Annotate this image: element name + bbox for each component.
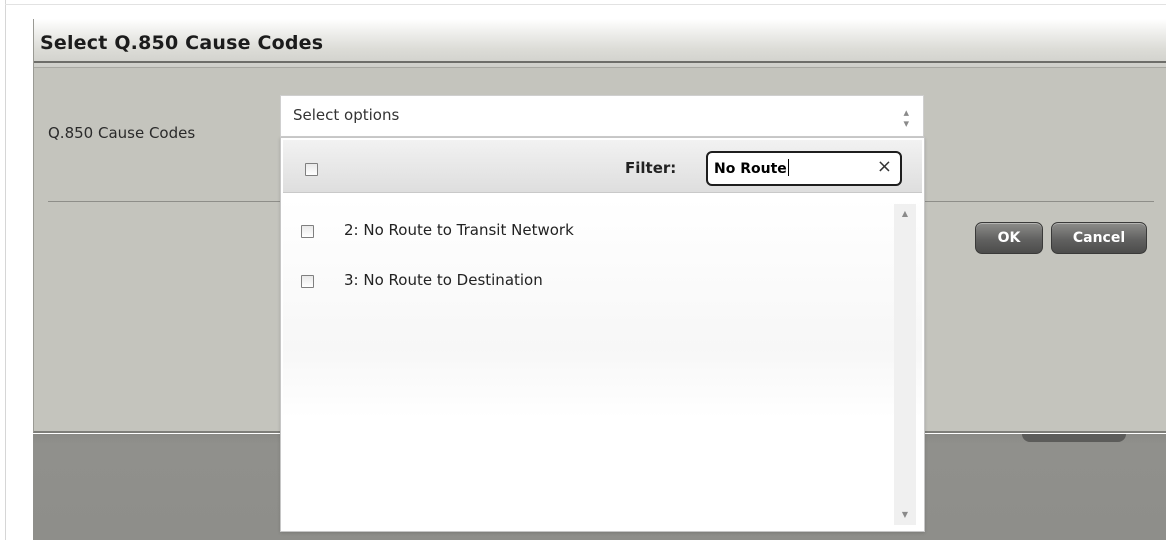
option-checkbox[interactable] [301,275,314,288]
multiselect-placeholder: Select options [293,106,400,124]
option-label: 3: No Route to Destination [344,271,543,289]
option-checkbox[interactable] [301,225,314,238]
filter-label: Filter: [625,159,677,177]
multiselect-header: Filter: No Route × [283,140,922,193]
dialog-title-bar: Select Q.850 Cause Codes [34,19,1166,68]
sort-arrows-icon: ▴ ▾ [903,106,909,130]
filter-input[interactable]: No Route × [706,151,902,186]
cancel-button[interactable]: Cancel [1051,222,1147,254]
backdrop-shadow [1022,434,1126,442]
page-border-left [5,0,6,540]
title-rule [34,61,1166,63]
ok-button[interactable]: OK [975,222,1043,254]
list-item[interactable]: 2: No Route to Transit Network [283,212,892,248]
filter-value-text: No Route [714,161,787,177]
select-all-checkbox[interactable] [305,163,318,176]
text-caret [787,159,789,176]
page-border-top [5,4,1166,5]
option-label: 2: No Route to Transit Network [344,221,574,239]
dialog-title: Select Q.850 Cause Codes [40,32,324,54]
list-item[interactable]: 3: No Route to Destination [283,262,892,298]
options-list: 2: No Route to Transit Network 3: No Rou… [283,198,922,529]
options-scrollbar[interactable]: ▲ ▼ [894,204,916,525]
clear-filter-icon[interactable]: × [877,156,892,177]
scroll-down-icon[interactable]: ▼ [894,505,916,525]
filter-input-value: No Route [714,159,789,177]
cause-codes-multiselect[interactable]: Select options ▴ ▾ [280,95,924,137]
cause-codes-label: Q.850 Cause Codes [48,124,196,142]
scroll-up-icon[interactable]: ▲ [894,204,916,224]
multiselect-dropdown: Filter: No Route × 2: No Route to Transi… [280,137,925,532]
